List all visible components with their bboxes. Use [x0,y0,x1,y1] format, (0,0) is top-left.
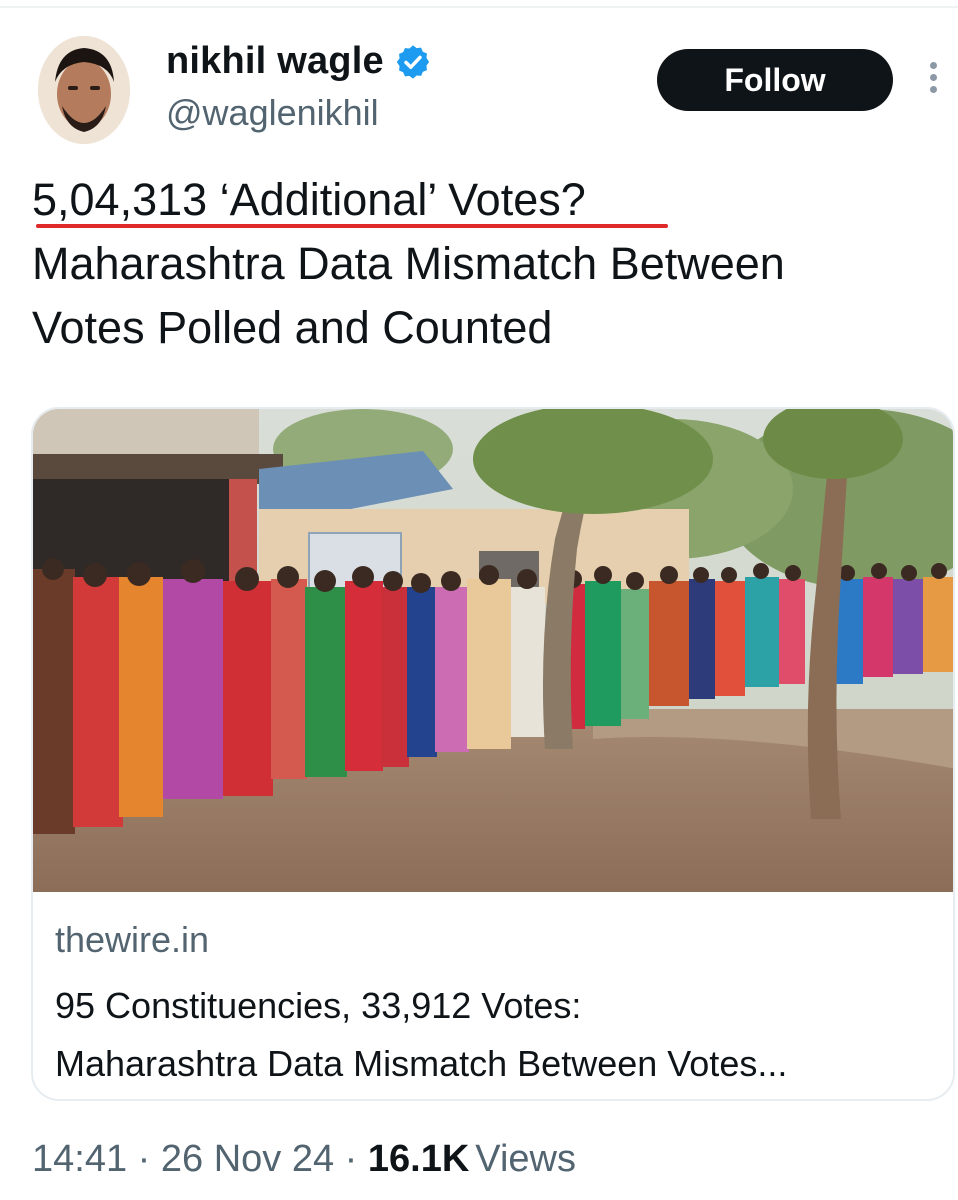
card-title-line-2: Maharashtra Data Mismatch Between Votes.… [55,1043,788,1084]
views-label: Views [475,1138,576,1180]
red-underline-annotation [36,224,668,228]
follow-button[interactable]: Follow [657,49,893,111]
card-photo [33,409,953,892]
link-preview-card[interactable]: thewire.in 95 Constituencies, 33,912 Vot… [31,407,955,1101]
card-title-line-1: 95 Constituencies, 33,912 Votes: [55,985,582,1026]
tweet-date[interactable]: 26 Nov 24 [161,1138,334,1180]
author-name[interactable]: nikhil wagle [166,40,384,83]
more-options-icon[interactable] [918,62,948,102]
avatar-portrait-icon [38,36,130,144]
tweet-text: 5,04,313 ‘Additional’ Votes? Maharashtra… [32,168,932,360]
author-name-row[interactable]: nikhil wagle [166,40,432,83]
meta-separator: · [344,1138,358,1180]
tweet-line-2: Maharashtra Data Mismatch Between [32,238,785,289]
tweet-time[interactable]: 14:41 [32,1138,127,1180]
author-handle[interactable]: @waglenikhil [166,92,379,134]
meta-separator: · [137,1138,151,1180]
card-title: 95 Constituencies, 33,912 Votes: Maharas… [55,977,935,1093]
avatar[interactable] [38,36,130,144]
tweet-line-3: Votes Polled and Counted [32,302,553,353]
views-count: 16.1K [367,1138,470,1180]
tweet-meta: 14:41 · 26 Nov 24 · 16.1K Views [32,1138,576,1181]
verified-badge-icon [396,44,429,79]
top-divider [0,6,958,8]
tweet-line-1: 5,04,313 ‘Additional’ Votes? [32,174,586,225]
card-domain: thewire.in [55,919,210,960]
